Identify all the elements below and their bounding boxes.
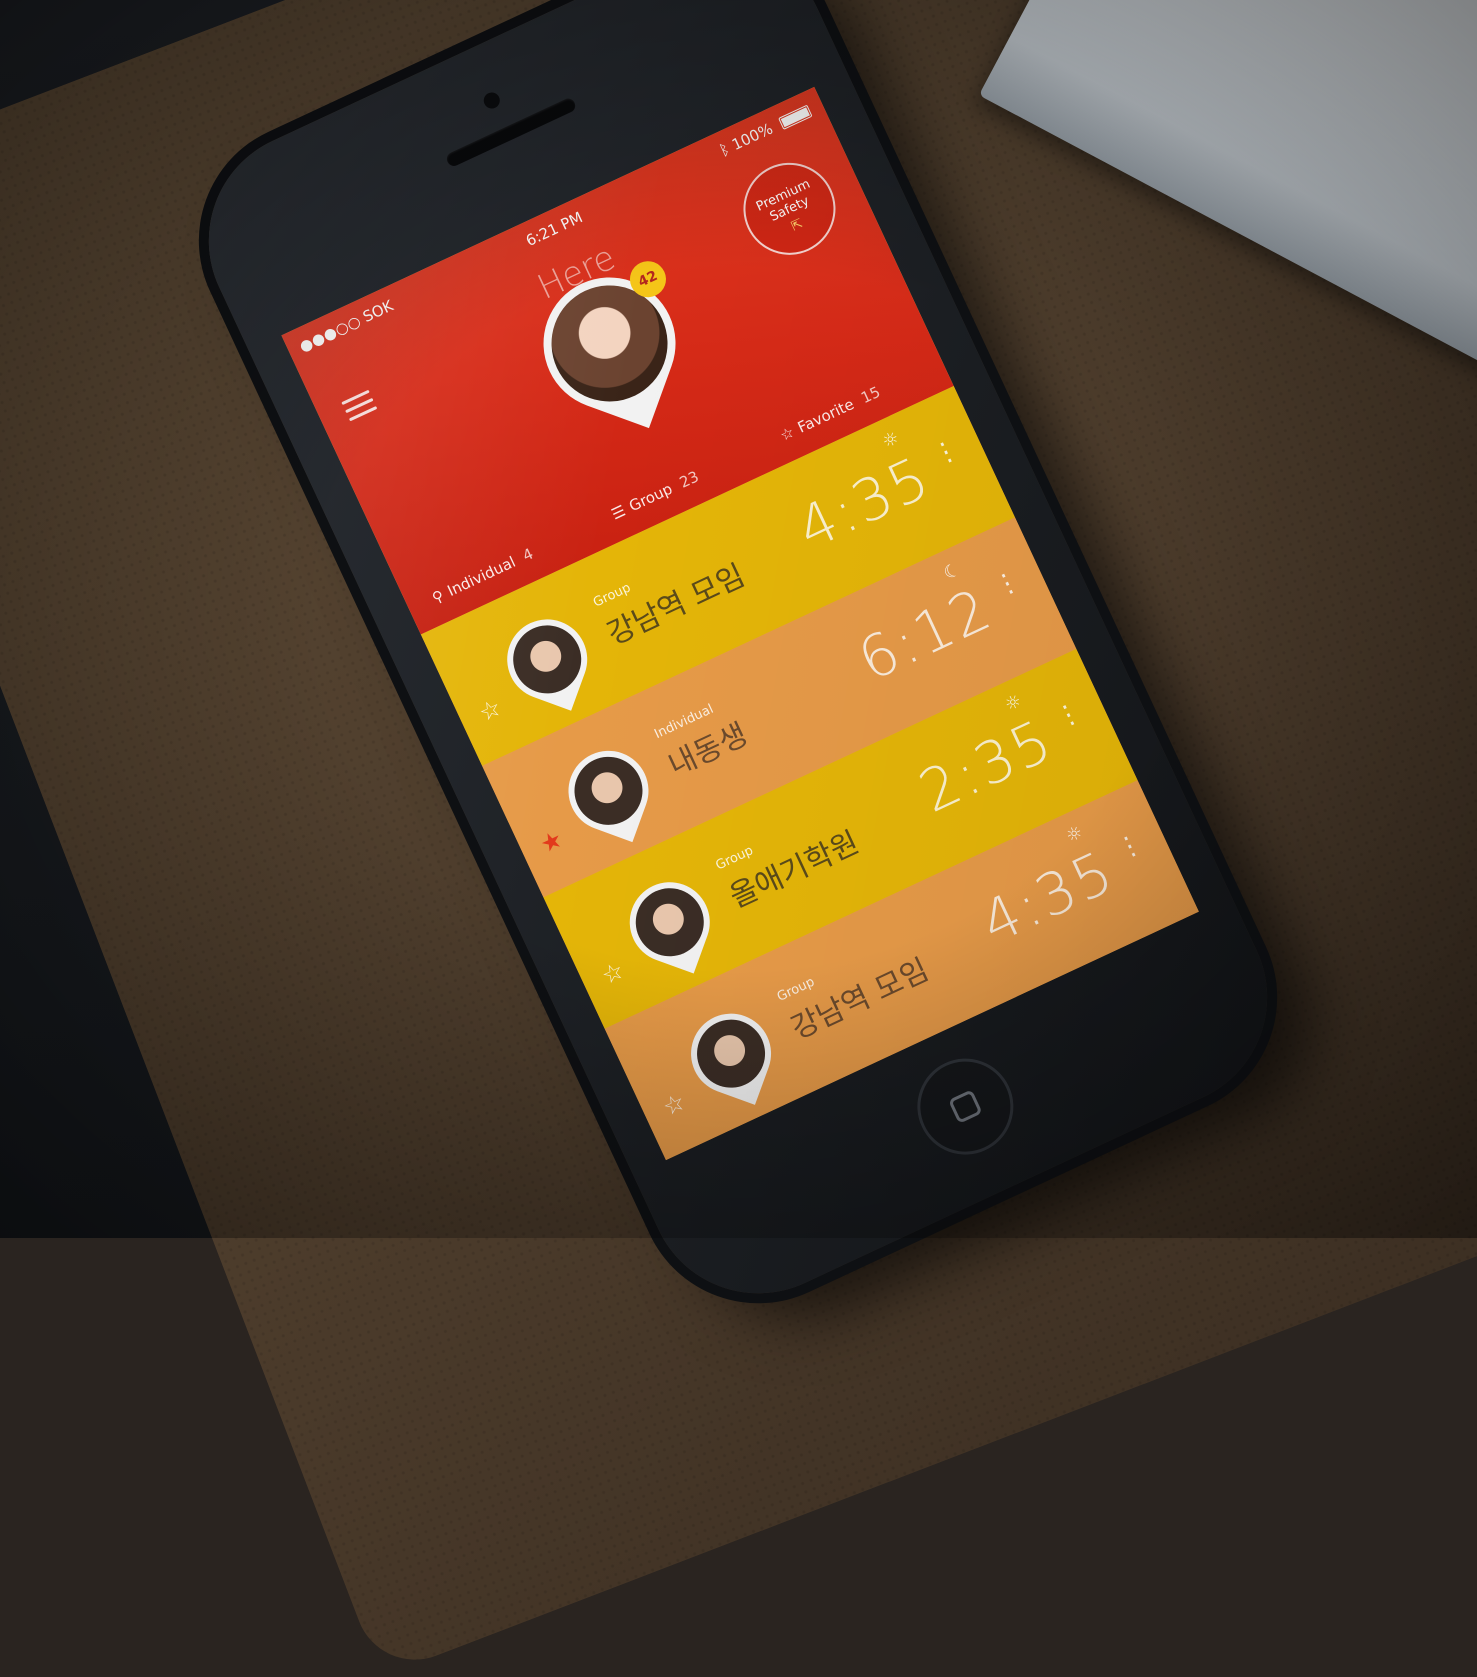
home-square-icon [948,1089,983,1124]
avatar [678,1001,784,1107]
avatar [555,738,661,844]
more-vertical-icon[interactable]: ⋮ [928,433,964,471]
stat-individual-count: 4 [519,544,537,565]
stat-group-count: 23 [676,467,702,492]
favorite-star-icon[interactable]: ★ [536,824,567,858]
home-button[interactable] [901,1042,1030,1171]
item-time: 6:12 [847,574,1002,695]
battery-icon [778,104,813,130]
item-time: 4:35 [970,837,1125,958]
battery-percent: 100% [729,119,776,154]
more-vertical-icon[interactable]: ⋮ [1112,828,1148,866]
avatar [494,606,600,712]
earpiece [444,96,578,169]
person-icon: ⚲ [429,586,447,608]
clock: 6:21 PM [523,208,586,251]
favorite-star-icon[interactable]: ☆ [597,956,628,990]
favorite-star-icon[interactable]: ☆ [658,1087,689,1121]
item-name: 강남역 모임 [785,952,935,1047]
star-outline-icon: ☆ [777,422,798,445]
more-vertical-icon[interactable]: ⋮ [1051,696,1087,734]
stat-favorite-label: Favorite [794,395,857,437]
stat-favorite-count: 15 [858,382,884,408]
more-vertical-icon[interactable]: ⋮ [989,565,1025,603]
favorite-star-icon[interactable]: ☆ [474,693,505,727]
avatar [617,869,723,975]
item-name: 강남역 모임 [601,558,751,653]
stat-group-label: Group [626,479,676,516]
front-camera [481,89,503,112]
item-name: 올애기학원 [724,825,865,916]
item-time: 4:35 [786,443,941,564]
item-time: 2:35 [909,705,1064,826]
layers-icon: ☰ [608,501,629,524]
